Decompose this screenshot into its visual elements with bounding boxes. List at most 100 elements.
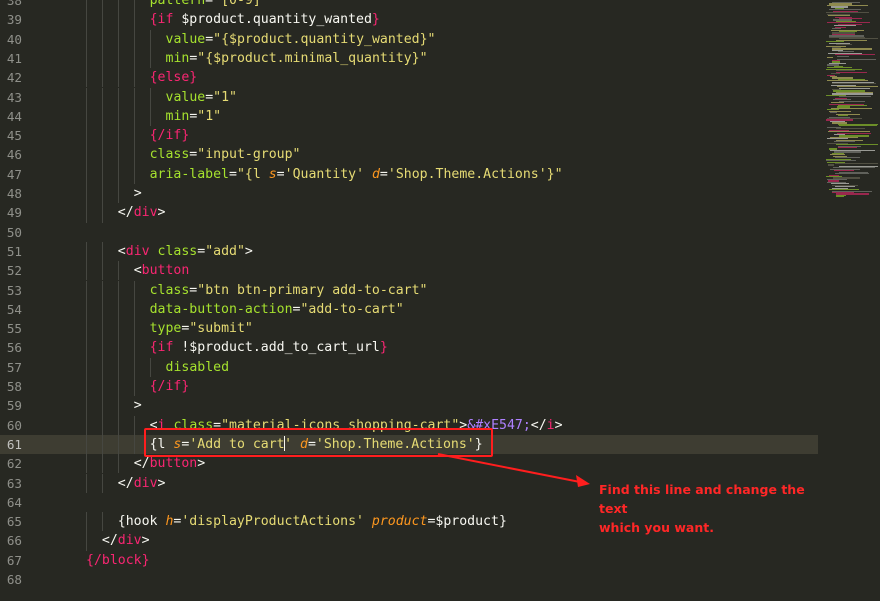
code-token-attr: data-button-action bbox=[149, 301, 293, 317]
code-line[interactable]: 55 type="submit" bbox=[0, 319, 818, 339]
indent-guide bbox=[101, 415, 103, 435]
indent-guide bbox=[86, 0, 87, 11]
line-number: 45 bbox=[6, 128, 22, 144]
indent-guide bbox=[86, 299, 87, 320]
code-line[interactable]: 45 {/if} bbox=[0, 126, 818, 146]
code-line[interactable]: 48 > bbox=[0, 184, 818, 204]
code-token-str: "btn btn-primary add-to-cart" bbox=[197, 282, 428, 298]
code-line[interactable]: 67 {/block} bbox=[0, 551, 818, 570]
code-token-tag: {if bbox=[149, 340, 182, 356]
indent-guide bbox=[86, 319, 87, 339]
indent-guide bbox=[117, 357, 119, 377]
code-line[interactable]: 47 aria-label="{l s='Quantity' d='Shop.Th… bbox=[0, 164, 818, 184]
indent-guide bbox=[86, 261, 87, 281]
line-code: > bbox=[134, 184, 142, 203]
code-token-str: 'Shop.Theme.Actions'}" bbox=[387, 166, 563, 182]
indent-guide bbox=[101, 164, 103, 184]
line-number: 43 bbox=[6, 89, 22, 105]
indent-guide bbox=[117, 396, 119, 416]
indent-guide bbox=[101, 434, 103, 455]
line-number: 38 bbox=[6, 0, 22, 8]
code-line[interactable]: 54 data-button-action="add-to-cart" bbox=[0, 299, 818, 320]
code-token-attr: pattern bbox=[149, 0, 206, 8]
code-token-attr: class bbox=[149, 147, 190, 163]
annotation-note: Find this line and change the text which… bbox=[599, 480, 829, 537]
indent-guide bbox=[86, 396, 87, 416]
indent-guide bbox=[117, 10, 119, 30]
code-token-str: "submit" bbox=[189, 321, 253, 337]
code-line[interactable]: 68 bbox=[0, 570, 818, 589]
line-number: 40 bbox=[6, 31, 22, 47]
indent-guide bbox=[117, 319, 119, 339]
line-code: aria-label="{l s='Quantity' d='Shop.Them… bbox=[150, 165, 563, 184]
code-line[interactable]: 59 > bbox=[0, 396, 818, 416]
line-number: 39 bbox=[6, 12, 22, 28]
code-line[interactable]: 53 class="btn btn-primary add-to-cart" bbox=[0, 280, 818, 300]
code-line[interactable]: 57 disabled bbox=[0, 357, 818, 377]
code-line[interactable]: 40 value="{$product.quantity_wanted}" bbox=[0, 29, 818, 49]
code-token-attr: type bbox=[149, 321, 182, 337]
code-token-plain: > bbox=[141, 533, 150, 549]
minimap-line bbox=[836, 71, 867, 73]
code-token-plain: > bbox=[133, 398, 142, 414]
indent-guide bbox=[101, 473, 103, 493]
code-line[interactable]: 42 {else} bbox=[0, 68, 818, 88]
line-number: 44 bbox=[6, 108, 22, 124]
indent-guide bbox=[86, 164, 87, 184]
code-token-tag: {/if} bbox=[149, 379, 190, 394]
code-line[interactable]: 49 </div> bbox=[0, 203, 818, 223]
code-line[interactable]: 52 <button bbox=[0, 261, 818, 281]
line-number: 49 bbox=[6, 205, 22, 221]
indent-guide bbox=[133, 357, 135, 377]
code-line[interactable]: 44 min="1" bbox=[0, 106, 818, 127]
line-code: </div> bbox=[118, 203, 166, 222]
line-code: pattern="[0-9]" bbox=[150, 0, 269, 10]
line-number: 41 bbox=[6, 50, 22, 66]
code-token-tag: {else} bbox=[149, 70, 198, 86]
indent-guide bbox=[101, 29, 103, 49]
indent-guide bbox=[133, 29, 135, 49]
line-number: 50 bbox=[6, 224, 22, 240]
code-line[interactable]: 38 pattern="[0-9]" bbox=[0, 0, 818, 11]
code-token-tag: div bbox=[117, 533, 142, 549]
indent-guide bbox=[117, 48, 119, 69]
code-token-attr: disabled bbox=[165, 359, 230, 375]
indent-guide bbox=[101, 48, 103, 69]
indent-guide bbox=[101, 377, 103, 397]
code-token-plain: = bbox=[229, 166, 237, 182]
code-line[interactable]: 39 {if $product.quantity_wanted} bbox=[0, 10, 818, 30]
line-code: </button> bbox=[134, 454, 205, 473]
code-token-plain: </ bbox=[101, 533, 118, 549]
code-token-str: "1" bbox=[213, 89, 237, 105]
line-number: 53 bbox=[6, 282, 22, 298]
indent-guide bbox=[117, 280, 119, 300]
line-number: 64 bbox=[6, 494, 22, 510]
line-number: 62 bbox=[6, 456, 22, 472]
code-line[interactable]: 43 value="1" bbox=[0, 87, 818, 107]
indent-guide bbox=[86, 29, 87, 49]
indent-guide bbox=[86, 184, 87, 204]
code-token-str: "[0-9]" bbox=[213, 0, 269, 8]
code-line[interactable]: 58 {/if} bbox=[0, 377, 818, 397]
code-line[interactable]: 41 min="{$product.minimal_quantity}" bbox=[0, 48, 818, 69]
code-line[interactable]: 46 class="input-group" bbox=[0, 145, 818, 165]
indent-guide bbox=[86, 241, 87, 262]
minimap-line bbox=[836, 196, 844, 198]
line-number: 57 bbox=[6, 359, 22, 375]
code-line[interactable]: 51 <div class="add"> bbox=[0, 241, 818, 262]
code-token-plain: = bbox=[276, 166, 285, 182]
indent-guide bbox=[101, 299, 103, 320]
code-line[interactable]: 62 </button> bbox=[0, 454, 818, 474]
indent-guide bbox=[101, 87, 103, 107]
code-line[interactable]: 50 bbox=[0, 223, 818, 242]
line-code: </div> bbox=[118, 474, 166, 493]
line-number: 48 bbox=[6, 186, 22, 201]
line-code: <button bbox=[134, 261, 190, 280]
line-number: 61 bbox=[6, 436, 22, 452]
code-line[interactable]: 56 {if !$product.add_to_cart_url} bbox=[0, 338, 818, 358]
code-token-plain: $product.quantity_wanted bbox=[181, 12, 372, 28]
code-token-tag: {if bbox=[149, 12, 182, 28]
indent-guide bbox=[86, 203, 87, 223]
code-token-plain: > bbox=[244, 243, 253, 259]
